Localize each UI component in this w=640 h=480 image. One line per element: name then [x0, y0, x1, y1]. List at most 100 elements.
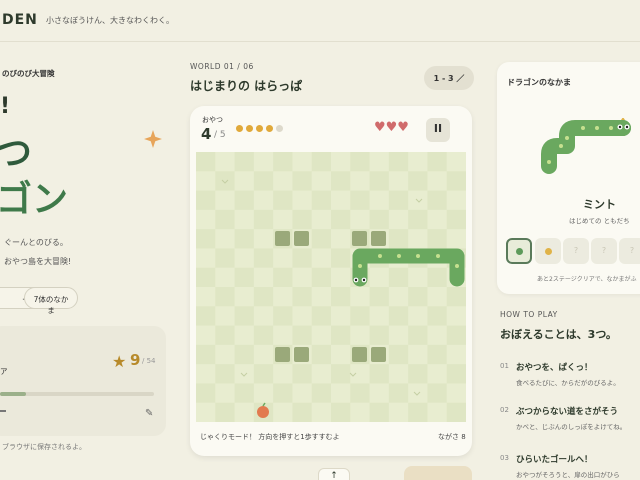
- board-cell: [196, 344, 216, 365]
- board-cell: [292, 383, 313, 404]
- board-cell: [446, 325, 466, 346]
- board-cell: [388, 190, 409, 211]
- friend-slot-locked[interactable]: ?: [563, 238, 589, 264]
- board-cell: [350, 171, 371, 192]
- board-cell: [215, 364, 236, 384]
- board-cell: [196, 383, 216, 404]
- board-cell: [234, 325, 255, 346]
- board-cell: [388, 287, 409, 307]
- board-cell: [311, 306, 332, 327]
- rock-block: [294, 231, 309, 246]
- step-description: かべと、じぶんのしっぽをよけてね。: [516, 423, 627, 431]
- friend-slot-2[interactable]: [535, 238, 561, 264]
- board-cell: [234, 209, 255, 230]
- board-cell: [196, 325, 216, 346]
- next-button[interactable]: [404, 466, 472, 480]
- board-cell: [388, 306, 409, 327]
- star-count: 9: [130, 351, 141, 369]
- progress-bar-fill: [0, 392, 26, 396]
- board-cell: [253, 287, 274, 307]
- world-label: WORLD 01 / 06: [190, 62, 254, 71]
- board-cell: [408, 306, 428, 327]
- pause-button[interactable]: II: [426, 118, 450, 142]
- board-cell: [215, 402, 236, 422]
- game-board[interactable]: [196, 152, 466, 422]
- dash-icon: [0, 410, 6, 412]
- step-description: 食べるたびに、からだがのびるよ。: [516, 379, 620, 387]
- board-cell: [331, 287, 351, 307]
- friend-name: ミント: [583, 198, 616, 211]
- board-cell: [215, 171, 236, 192]
- board-cell: [215, 152, 236, 172]
- board-cell: [292, 209, 313, 230]
- board-cell: [292, 248, 313, 269]
- board-cell: [234, 344, 255, 365]
- friends-title: ドラゴンのなかま: [507, 78, 571, 87]
- board-cell: [253, 306, 274, 327]
- friend-slot-mint[interactable]: [506, 238, 532, 264]
- board-cell: [369, 267, 390, 288]
- board-cell: [446, 152, 466, 172]
- rock-block: [352, 347, 367, 362]
- edit-icon[interactable]: ✎: [145, 408, 153, 419]
- board-cell: [350, 152, 371, 172]
- save-note: ブラウザに保存されるよ。: [2, 443, 86, 451]
- stage-selector-button[interactable]: 1 - 3 ／: [424, 66, 474, 90]
- board-cell: [215, 190, 236, 211]
- board-cell: [253, 344, 274, 365]
- board-cell: [427, 152, 448, 172]
- snack-progress-dots: [236, 125, 283, 132]
- board-cell: [196, 402, 216, 422]
- level-title: はじまりの はらっぱ: [190, 79, 303, 93]
- step-description: おやつがそろうと、扉の出口がひら: [516, 471, 620, 479]
- hero-kicker: のびのび大冒険: [2, 69, 55, 78]
- board-cell: [369, 364, 390, 384]
- howto-title: おぼえることは、3つ。: [500, 328, 617, 341]
- board-cell: [388, 209, 409, 230]
- board-cell: [427, 171, 448, 192]
- board-cell: [331, 229, 351, 249]
- board-cell: [196, 209, 216, 230]
- board-cell: [253, 171, 274, 192]
- board-cell: [311, 190, 332, 211]
- game-card: おやつ 4 / 5 ♥♥♥ II じゃくりモード！ 方向を押すと1歩すすむよ な…: [190, 106, 472, 456]
- board-cell: [408, 402, 428, 422]
- board-cell: [369, 325, 390, 346]
- board-cell: [215, 306, 236, 327]
- board-cell: [311, 248, 332, 269]
- step-title: ぶつからない道をさがそう: [516, 407, 619, 417]
- board-cell: [292, 287, 313, 307]
- step-title: おやつを、ぱくっ！: [516, 363, 593, 373]
- board-cell: [234, 287, 255, 307]
- board-cell: [234, 402, 255, 422]
- board-cell: [350, 287, 371, 307]
- board-cell: [331, 306, 351, 327]
- board-cell: [253, 190, 274, 211]
- board-cell: [331, 325, 351, 346]
- board-cell: [311, 209, 332, 230]
- brand-logo[interactable]: DEN: [2, 12, 38, 28]
- board-cell: [273, 325, 293, 346]
- board-cell: [427, 325, 448, 346]
- friend-slot-locked[interactable]: ?: [619, 238, 640, 264]
- dragon-mint-icon: [541, 118, 631, 174]
- board-cell: [350, 383, 371, 404]
- board-cell: [215, 209, 236, 230]
- board-cell: [311, 287, 332, 307]
- snack-dot: [276, 125, 283, 132]
- board-cell: [311, 229, 332, 249]
- board-cell: [446, 190, 466, 211]
- board-cell: [427, 287, 448, 307]
- step-number: 03: [500, 454, 509, 462]
- snack-total: / 5: [214, 130, 226, 140]
- board-cell: [427, 306, 448, 327]
- friend-slot-locked[interactable]: ?: [591, 238, 617, 264]
- dpad-up-button[interactable]: ↑: [318, 468, 350, 480]
- board-cell: [388, 152, 409, 172]
- star-total: / 54: [142, 357, 156, 365]
- snake-length: ながさ 8: [438, 433, 466, 441]
- board-cell: [253, 267, 274, 288]
- board-cell: [427, 344, 448, 365]
- friends-count-pill: 7体のなかま: [24, 287, 78, 315]
- board-cell: [292, 306, 313, 327]
